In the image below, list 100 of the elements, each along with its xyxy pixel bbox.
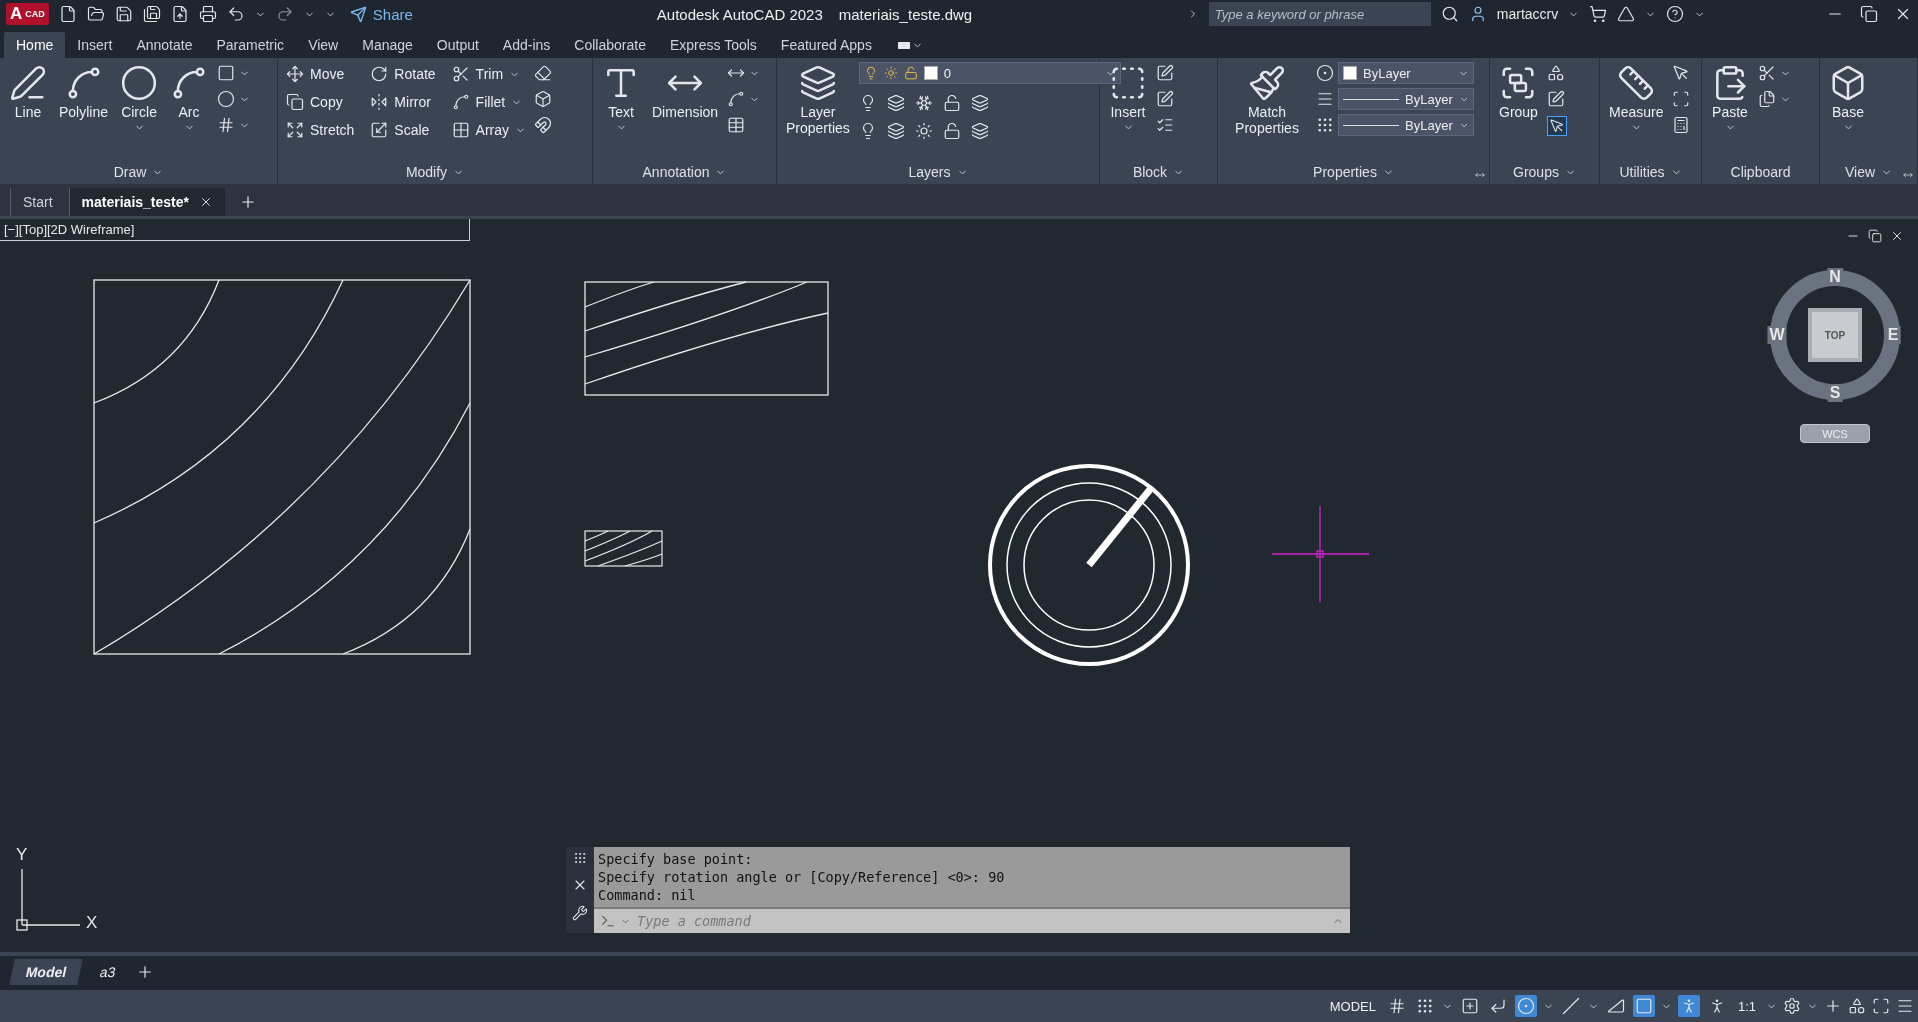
ribbon-tool[interactable]: Paste	[1708, 62, 1752, 136]
layer-tool-icon[interactable]	[914, 94, 933, 112]
ribbon-tool[interactable]: Match Properties	[1224, 62, 1310, 139]
ribbon-tool[interactable]: Move	[284, 62, 357, 86]
menu-icon[interactable]	[1896, 997, 1914, 1015]
ribbon-tab[interactable]: Manage	[350, 32, 425, 58]
grip-icon[interactable]	[573, 851, 587, 865]
terminal-icon[interactable]	[600, 913, 616, 929]
share-button[interactable]: Share	[345, 5, 417, 23]
launcher-icon[interactable]	[1475, 170, 1485, 180]
panel-title[interactable]: Groups	[1490, 160, 1599, 184]
hatch-icon[interactable]	[217, 116, 236, 134]
leader-icon[interactable]	[727, 90, 746, 108]
compass-letter[interactable]: S	[1827, 384, 1843, 402]
ribbon-tool[interactable]: Group	[1496, 62, 1541, 123]
layer-tool-icon[interactable]	[970, 122, 989, 140]
panel-title[interactable]: Modify	[278, 160, 592, 184]
ribbon-tab[interactable]: View	[296, 32, 351, 58]
ribbon-tool[interactable]: Layer Properties	[783, 62, 853, 139]
ribbon-tool[interactable]: Fillet	[449, 90, 529, 114]
ribbon-tool[interactable]: Scale	[368, 118, 438, 142]
upload-icon[interactable]	[170, 5, 189, 23]
layer-dropdown[interactable]: 0	[858, 62, 1121, 84]
close-icon[interactable]	[199, 195, 213, 209]
ribbon-tool[interactable]: Trim	[449, 62, 529, 86]
block-edit-icon[interactable]	[1156, 90, 1174, 108]
ribbon-tool[interactable]: Dimension	[649, 62, 722, 123]
ribbon-tool[interactable]: Stretch	[284, 118, 357, 142]
ribbon-tab[interactable]: Featured Apps	[768, 32, 884, 58]
view-cube-face[interactable]: TOP	[1808, 308, 1862, 362]
cart-icon[interactable]	[1589, 5, 1608, 23]
shapes-icon[interactable]	[1848, 997, 1866, 1015]
ribbon-tab[interactable]: Collaborate	[562, 32, 658, 58]
ribbon-tool[interactable]: Array	[449, 118, 529, 142]
compass-letter[interactable]: W	[1767, 326, 1787, 344]
save-icon[interactable]	[114, 5, 133, 23]
block-create-icon[interactable]	[1156, 64, 1174, 82]
ribbon-tab[interactable]: Express Tools	[657, 32, 769, 58]
ribbon-tool[interactable]: Arc	[167, 62, 212, 136]
ribbon-tool[interactable]: Circle	[117, 62, 162, 136]
ribbon-tab[interactable]: Annotate	[124, 32, 205, 58]
layer-tool-icon[interactable]	[914, 122, 933, 140]
ribbon-tool[interactable]: Line	[6, 62, 50, 123]
table-icon[interactable]	[727, 116, 746, 134]
search-field[interactable]: Type a keyword or phrase	[1208, 2, 1431, 26]
ribbon-tab[interactable]: Output	[424, 32, 491, 58]
calculator-icon[interactable]	[1672, 116, 1691, 134]
ribbon-tab[interactable]: Insert	[65, 32, 125, 58]
command-field[interactable]: Type a command	[635, 912, 1328, 930]
ribbon-tool[interactable]: Base	[1826, 62, 1870, 136]
panel-title[interactable]: Annotation	[593, 160, 776, 184]
attribute-icon[interactable]	[1156, 116, 1174, 134]
launcher-icon[interactable]	[1903, 170, 1913, 180]
layer-tool-icon[interactable]	[942, 122, 961, 140]
property-dropdown[interactable]: ByLayer	[1338, 114, 1474, 136]
ribbon-tool[interactable]: Mirror	[368, 90, 438, 114]
ribbon-tool[interactable]: Polyline	[56, 62, 112, 123]
restore-icon[interactable]	[1868, 229, 1882, 243]
quick-select-icon[interactable]	[1672, 64, 1691, 82]
wrench-icon[interactable]	[572, 905, 588, 921]
print-icon[interactable]	[198, 5, 217, 23]
help-icon[interactable]	[1666, 5, 1685, 23]
settings-icon[interactable]	[1783, 997, 1801, 1015]
triangle-icon[interactable]	[1617, 5, 1636, 23]
property-dropdown[interactable]: ByLayer	[1338, 62, 1474, 84]
close-icon[interactable]	[1890, 229, 1904, 243]
ribbon-tool[interactable]: Measure	[1606, 62, 1667, 136]
compass-letter[interactable]: E	[1885, 326, 1901, 344]
plus-icon[interactable]	[1824, 997, 1842, 1015]
eraser-icon[interactable]	[534, 64, 553, 82]
ellipse-icon[interactable]	[217, 90, 236, 108]
model-space-button[interactable]: MODEL	[1325, 996, 1380, 1016]
fullscreen-icon[interactable]	[1872, 997, 1890, 1015]
user-name[interactable]: martaccrv	[1496, 6, 1559, 22]
layer-tool-icon[interactable]	[970, 94, 989, 112]
restore-icon[interactable]	[1860, 5, 1878, 23]
panel-title[interactable]: Clipboard	[1702, 160, 1819, 184]
cut-icon[interactable]	[1758, 64, 1776, 82]
rectangle-icon[interactable]	[217, 64, 236, 82]
layout-tab[interactable]: Model	[9, 959, 84, 985]
add-tab-icon[interactable]	[239, 193, 257, 211]
ribbon-tool[interactable]: Copy	[284, 90, 357, 114]
ribbon-tab[interactable]: Home	[4, 32, 66, 58]
layer-tool-icon[interactable]	[886, 94, 905, 112]
annotation-scale[interactable]: 1:1	[1733, 996, 1760, 1016]
ribbon-tool[interactable]: Rotate	[368, 62, 438, 86]
panel-title[interactable]: Utilities	[1600, 160, 1701, 184]
viewport-label[interactable]: [−][Top][2D Wireframe]	[0, 219, 470, 241]
ribbon-tab[interactable]: Parametric	[204, 32, 297, 58]
search-icon[interactable]	[1440, 5, 1459, 23]
group-edit-icon[interactable]	[1546, 90, 1565, 108]
panel-title[interactable]: Layers	[777, 160, 1099, 184]
undo-icon[interactable]	[226, 5, 245, 23]
layer-tool-icon[interactable]	[942, 94, 961, 112]
layout-tab[interactable]: a3	[83, 959, 133, 985]
command-bar[interactable]: Type a command	[594, 907, 1350, 933]
panel-title[interactable]: Block	[1100, 160, 1217, 184]
panel-title[interactable]: View	[1820, 160, 1917, 184]
cube-icon[interactable]	[534, 90, 553, 108]
panel-title[interactable]: Properties	[1218, 160, 1489, 184]
